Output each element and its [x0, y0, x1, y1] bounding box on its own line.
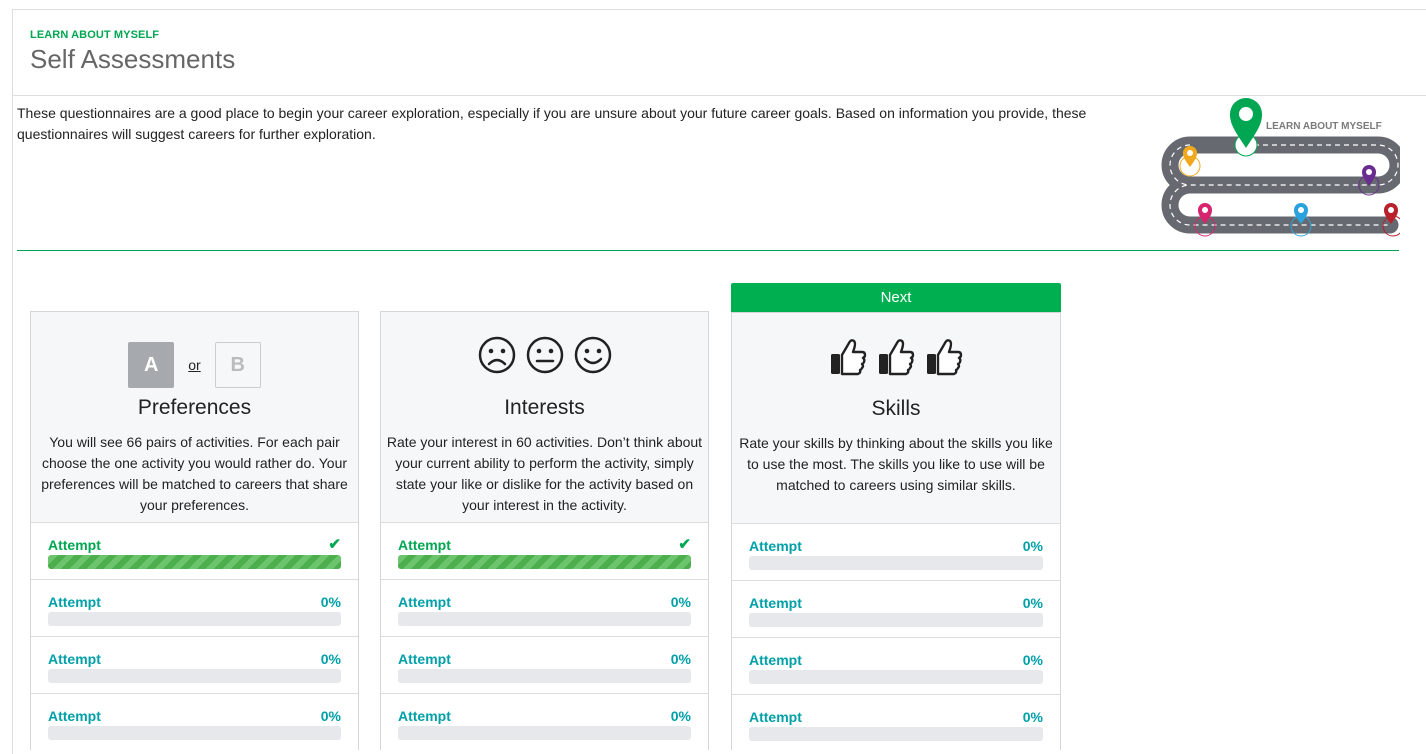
- attempt-progress-value: 0%: [320, 651, 341, 667]
- skills-card[interactable]: Skills Rate your skills by thinking abou…: [731, 312, 1061, 751]
- attempt-row[interactable]: Attempt 0%: [732, 523, 1060, 580]
- card-description: You will see 66 pairs of activities. For…: [41, 434, 348, 513]
- card-title: Preferences: [137, 396, 252, 419]
- attempt-progress-value: 0%: [320, 708, 341, 724]
- progress-bar: [749, 556, 1043, 570]
- attempt-link[interactable]: Attempt: [749, 709, 802, 725]
- progress-bar: [749, 613, 1043, 627]
- card-title: Skills: [871, 397, 921, 420]
- progress-bar: [398, 726, 691, 740]
- attempt-row[interactable]: Attempt 0%: [31, 693, 358, 750]
- attempt-link[interactable]: Attempt: [48, 651, 101, 667]
- checkmark-icon: ✔: [328, 536, 341, 553]
- thumbs-up-icon: [732, 337, 1060, 377]
- attempt-progress-value: 0%: [1022, 709, 1043, 725]
- attempt-progress-value: 0%: [670, 651, 691, 667]
- progress-bar: [48, 726, 341, 740]
- section-eyebrow: LEARN ABOUT MYSELF: [30, 29, 160, 41]
- attempt-progress-value: 0%: [1022, 595, 1043, 611]
- attempt-row[interactable]: Attempt 0%: [381, 636, 708, 693]
- checkmark-icon: ✔: [678, 536, 691, 553]
- attempt-progress-value: 0%: [320, 594, 341, 610]
- page-header: LEARN ABOUT MYSELF Self Assessments: [13, 10, 1426, 96]
- option-a-box: A: [128, 342, 175, 388]
- page-title: Self Assessments: [30, 44, 236, 74]
- attempt-row[interactable]: Attempt 0%: [31, 636, 358, 693]
- progress-bar: [749, 727, 1043, 741]
- attempt-row[interactable]: Attempt 0%: [732, 637, 1060, 694]
- attempt-link[interactable]: Attempt: [749, 652, 802, 668]
- intro-text: These questionnaires are a good place to…: [17, 105, 1087, 142]
- card-title: Interests: [504, 396, 585, 419]
- preferences-card[interactable]: A or B Preferences You will see 66 pairs…: [30, 311, 359, 750]
- progress-bar: [398, 555, 691, 569]
- attempt-row[interactable]: Attempt ✔: [381, 522, 708, 579]
- progress-bar: [48, 669, 341, 683]
- card-description: Rate your skills by thinking about the s…: [739, 435, 1053, 493]
- thumbs-up-icon: [927, 339, 963, 376]
- attempt-link[interactable]: Attempt: [48, 537, 101, 553]
- roadmap-illustration: LEARN ABOUT MYSELF: [1161, 98, 1400, 237]
- attempt-row[interactable]: Attempt ✔: [31, 522, 358, 579]
- next-banner: Next: [731, 283, 1061, 312]
- attempt-progress-value: 0%: [670, 708, 691, 724]
- neutral-face-icon: [526, 336, 563, 374]
- progress-bar: [48, 612, 341, 626]
- progress-bar: [398, 612, 691, 626]
- attempt-row[interactable]: Attempt 0%: [31, 579, 358, 636]
- attempt-link[interactable]: Attempt: [749, 595, 802, 611]
- happy-face-icon: [574, 336, 611, 374]
- option-b-box: B: [214, 342, 261, 388]
- attempt-link[interactable]: Attempt: [398, 594, 451, 610]
- card-description: Rate your interest in 60 activities. Don…: [386, 434, 703, 513]
- attempt-progress-value: 0%: [1022, 538, 1043, 554]
- sad-neutral-happy-faces-icon: [381, 336, 708, 374]
- or-text: or: [188, 357, 201, 373]
- attempt-link[interactable]: Attempt: [48, 594, 101, 610]
- progress-bar: [398, 669, 691, 683]
- attempt-link[interactable]: Attempt: [398, 537, 451, 553]
- a-or-b-icon: A or B: [31, 332, 358, 388]
- thumbs-up-icon: [879, 339, 915, 376]
- attempt-progress-value: 0%: [1022, 652, 1043, 668]
- sad-face-icon: [478, 336, 515, 374]
- attempt-link[interactable]: Attempt: [398, 708, 451, 724]
- roadmap-label: LEARN ABOUT MYSELF: [1266, 121, 1382, 132]
- attempt-link[interactable]: Attempt: [48, 708, 101, 724]
- attempt-row[interactable]: Attempt 0%: [381, 579, 708, 636]
- attempt-progress-value: 0%: [670, 594, 691, 610]
- thumbs-up-icon: [831, 339, 867, 376]
- attempt-row[interactable]: Attempt 0%: [381, 693, 708, 750]
- section-divider: [17, 250, 1399, 251]
- interests-card[interactable]: Interests Rate your interest in 60 activ…: [380, 311, 709, 750]
- attempt-link[interactable]: Attempt: [749, 538, 802, 554]
- attempt-row[interactable]: Attempt 0%: [732, 580, 1060, 637]
- attempt-row[interactable]: Attempt 0%: [732, 694, 1060, 751]
- attempt-link[interactable]: Attempt: [398, 651, 451, 667]
- progress-bar: [749, 670, 1043, 684]
- progress-bar: [48, 555, 341, 569]
